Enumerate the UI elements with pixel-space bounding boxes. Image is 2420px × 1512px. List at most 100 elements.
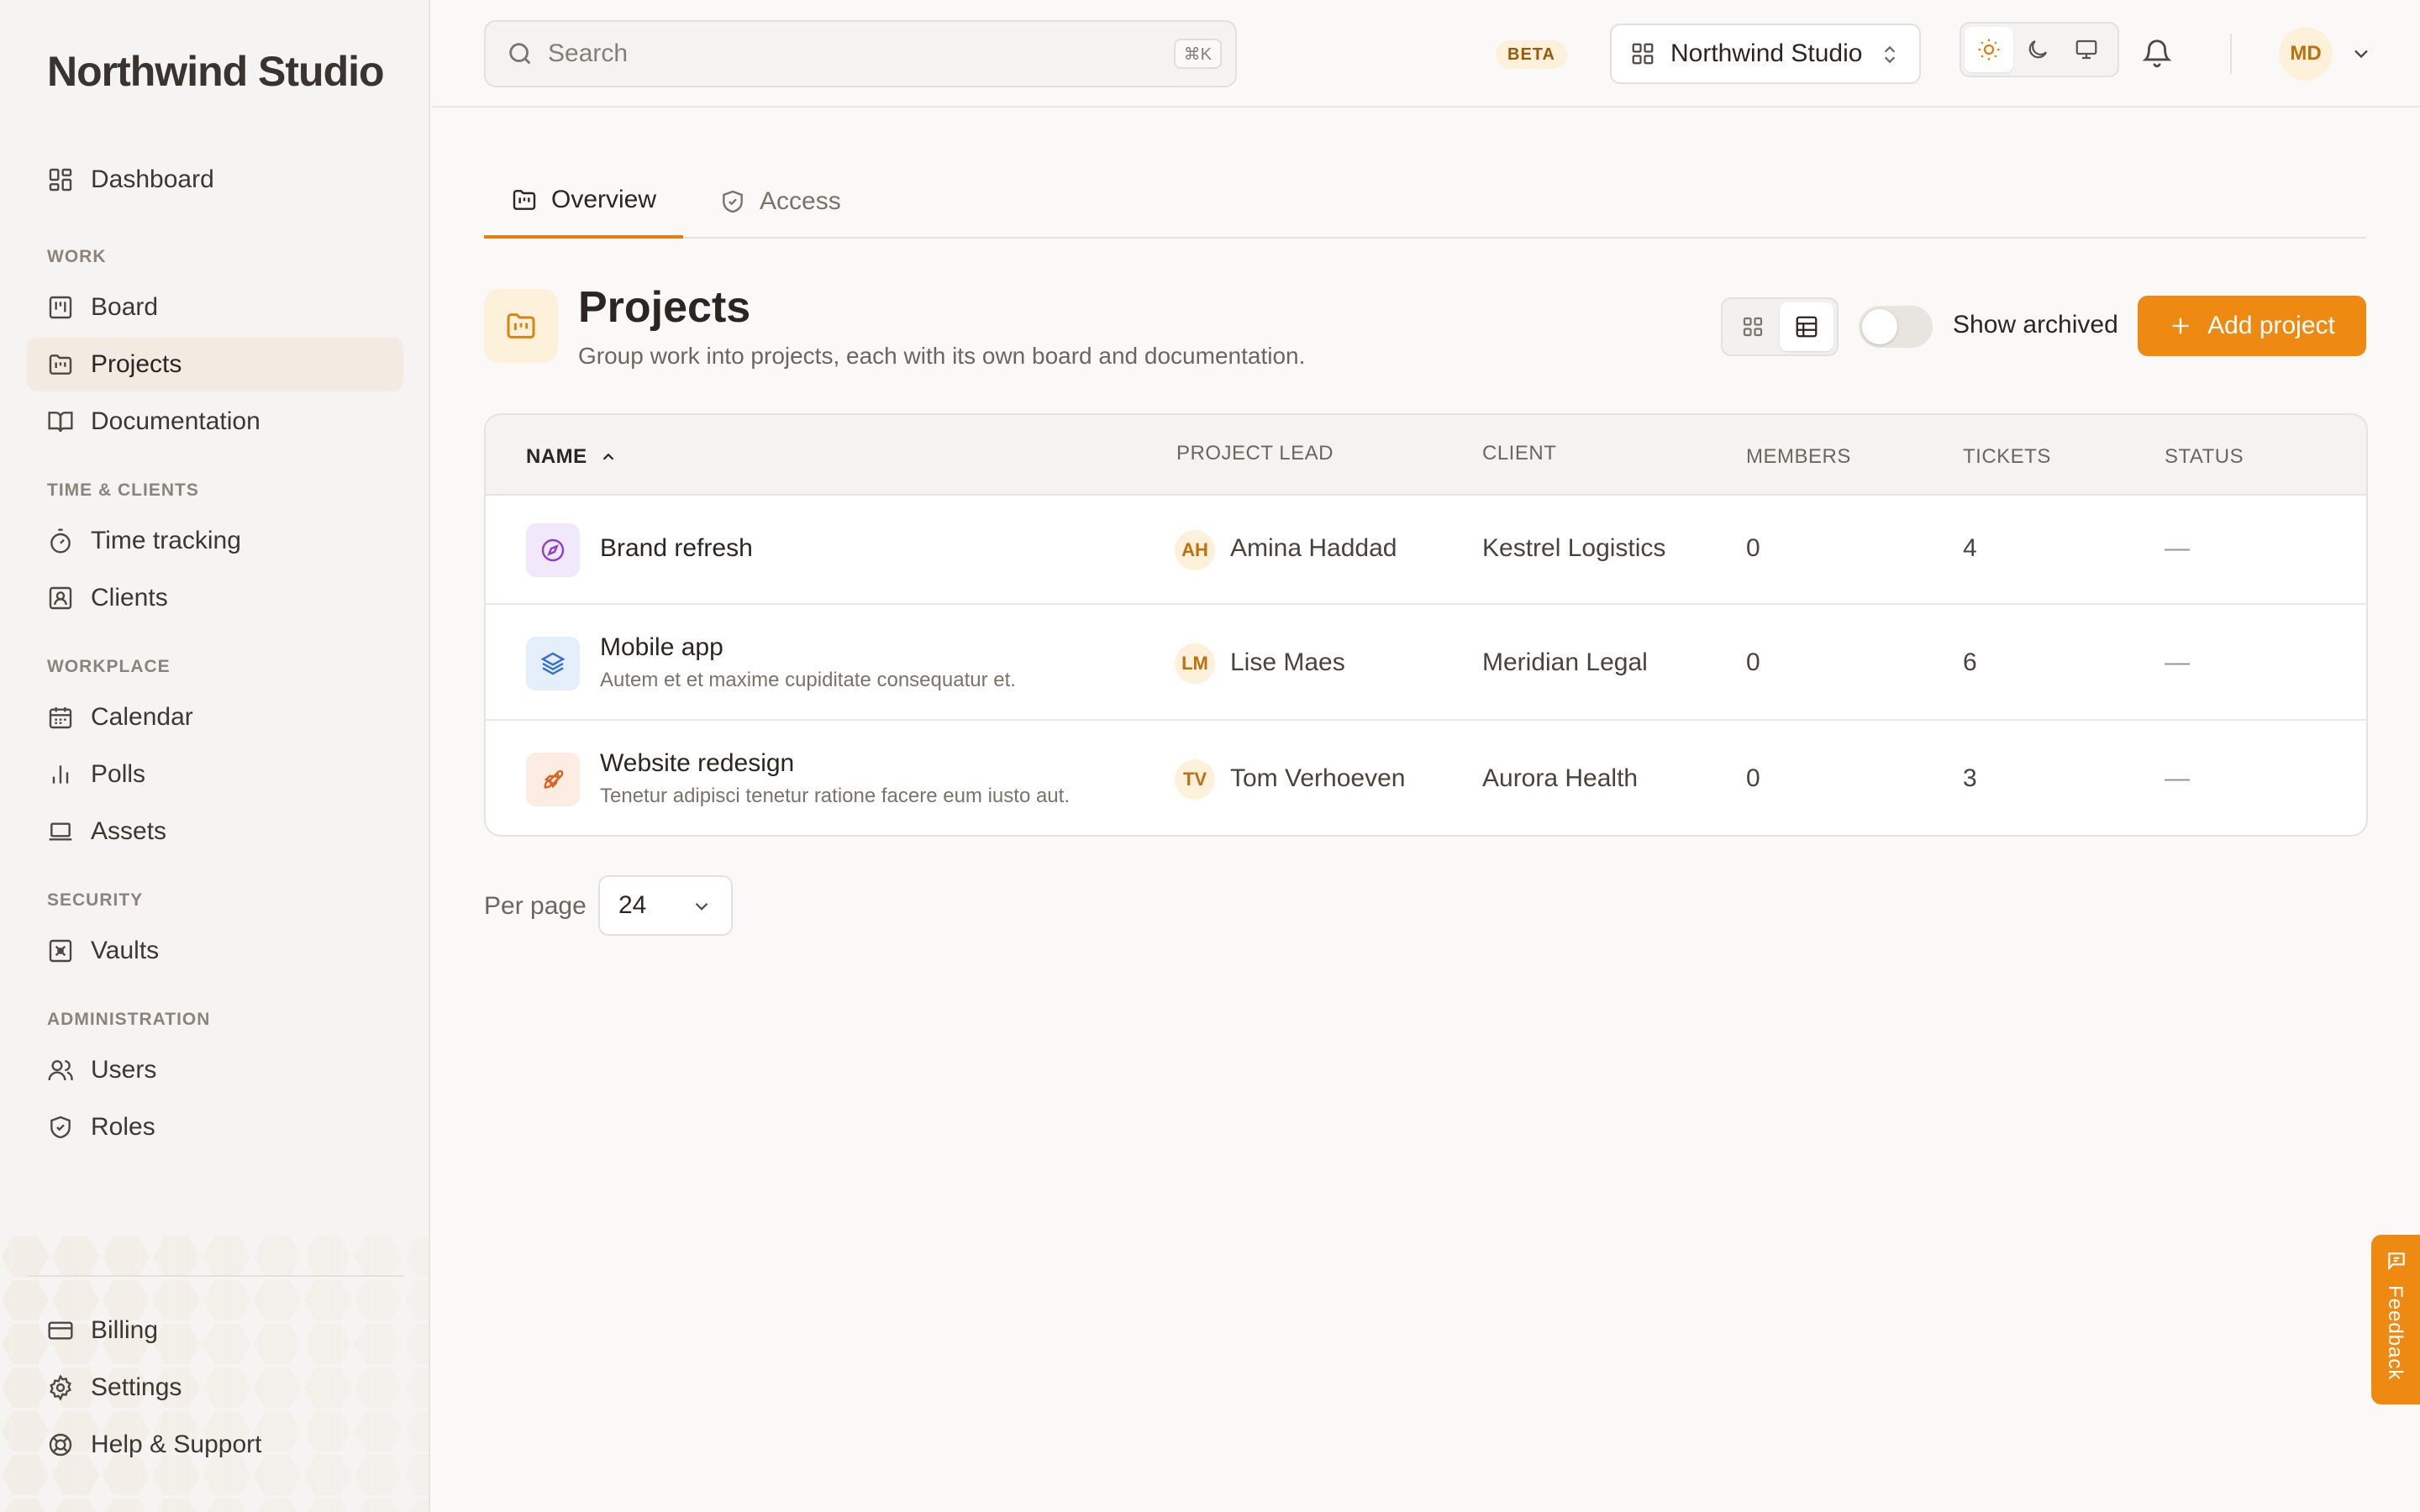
project-status: — bbox=[2165, 764, 2190, 792]
view-mode-toggle bbox=[1721, 297, 1839, 356]
sidebar-item-label: Time tracking bbox=[91, 527, 241, 554]
sidebar-item-projects[interactable]: Projects bbox=[27, 338, 403, 391]
compass-icon bbox=[526, 523, 580, 577]
projects-table: NAME PROJECT LEAD CLIENT MEMBERS TICKETS… bbox=[484, 413, 2368, 837]
dashboard-icon bbox=[47, 166, 74, 193]
add-project-button[interactable]: Add project bbox=[2138, 296, 2366, 356]
theme-system-button[interactable] bbox=[2062, 27, 2111, 72]
rocket-icon bbox=[526, 753, 580, 806]
sidebar-item-label: Roles bbox=[91, 1113, 155, 1141]
sidebar-item-users[interactable]: Users bbox=[27, 1043, 403, 1097]
workspace-name: Northwind Studio bbox=[1670, 39, 1863, 67]
sidebar-item-label: Board bbox=[91, 293, 159, 321]
sidebar-item-label: Documentation bbox=[91, 407, 260, 435]
section-administration: ADMINISTRATION bbox=[47, 1010, 211, 1029]
column-label: NAME bbox=[526, 445, 587, 468]
user-avatar[interactable]: MD bbox=[2279, 27, 2333, 81]
project-name[interactable]: Website redesign bbox=[600, 749, 794, 778]
lead-avatar: TV bbox=[1175, 759, 1215, 800]
table-row[interactable]: Brand refresh AH Amina Haddad Kestrel Lo… bbox=[486, 496, 2366, 605]
lifebuoy-icon bbox=[47, 1431, 74, 1458]
section-security: SECURITY bbox=[47, 890, 144, 910]
search-icon bbox=[506, 39, 534, 68]
calendar-icon bbox=[47, 704, 74, 731]
project-status: — bbox=[2165, 534, 2190, 562]
toggle-knob bbox=[1862, 309, 1897, 344]
theme-dark-button[interactable] bbox=[2013, 27, 2062, 72]
chevron-down-icon[interactable] bbox=[2349, 42, 2373, 66]
sidebar-item-label: Billing bbox=[91, 1316, 159, 1344]
sidebar-item-polls[interactable]: Polls bbox=[27, 748, 403, 801]
grid-view-button[interactable] bbox=[1726, 302, 1780, 351]
project-name[interactable]: Mobile app bbox=[600, 633, 723, 662]
credit-card-icon bbox=[47, 1317, 74, 1344]
sidebar-item-label: Settings bbox=[91, 1373, 182, 1401]
project-name[interactable]: Brand refresh bbox=[600, 534, 753, 563]
column-tickets[interactable]: TICKETS bbox=[1963, 445, 2051, 469]
sidebar-item-documentation[interactable]: Documentation bbox=[27, 395, 403, 449]
bell-icon[interactable] bbox=[2141, 37, 2173, 69]
per-page-value: 24 bbox=[618, 891, 647, 919]
table-icon bbox=[1794, 314, 1819, 339]
contact-icon bbox=[47, 585, 74, 612]
tab-label: Access bbox=[760, 187, 841, 215]
show-archived-toggle[interactable] bbox=[1859, 306, 1933, 348]
section-work: WORK bbox=[47, 247, 107, 266]
project-members: 0 bbox=[1746, 534, 1760, 562]
vault-icon bbox=[47, 937, 74, 964]
project-tickets: 3 bbox=[1963, 764, 1977, 792]
bar-chart-icon bbox=[47, 761, 74, 788]
search-box[interactable]: ⌘K bbox=[484, 20, 1237, 87]
sidebar-item-dashboard[interactable]: Dashboard bbox=[27, 153, 403, 207]
top-header: ⌘K BETA Northwind Studio MD bbox=[432, 0, 2420, 108]
sidebar-item-help[interactable]: Help & Support bbox=[27, 1418, 403, 1472]
page-icon bbox=[484, 289, 558, 363]
table-row[interactable]: Mobile app Autem et et maxime cupiditate… bbox=[486, 606, 2366, 721]
brand-logo[interactable]: Northwind Studio bbox=[47, 47, 385, 96]
project-client: Aurora Health bbox=[1482, 764, 1639, 792]
show-archived-label: Show archived bbox=[1953, 311, 2118, 339]
workspace-switcher[interactable]: Northwind Studio bbox=[1610, 24, 1921, 84]
sidebar-item-label: Projects bbox=[91, 350, 182, 378]
per-page-select[interactable]: 24 bbox=[598, 875, 733, 936]
column-members[interactable]: MEMBERS bbox=[1746, 445, 1851, 469]
sidebar-item-time-tracking[interactable]: Time tracking bbox=[27, 514, 403, 568]
column-name[interactable]: NAME bbox=[526, 445, 618, 469]
column-status[interactable]: STATUS bbox=[2165, 445, 2244, 469]
sidebar-item-label: Assets bbox=[91, 817, 167, 845]
project-tickets: 4 bbox=[1963, 534, 1977, 562]
sidebar-item-settings[interactable]: Settings bbox=[27, 1361, 403, 1415]
search-input[interactable] bbox=[548, 39, 1136, 68]
folder-kanban-icon bbox=[511, 186, 538, 213]
sidebar-item-board[interactable]: Board bbox=[27, 281, 403, 334]
column-project-lead[interactable]: PROJECT LEAD bbox=[1176, 442, 1334, 465]
project-lead: Amina Haddad bbox=[1230, 534, 1397, 562]
project-members: 0 bbox=[1746, 764, 1760, 792]
sidebar-item-assets[interactable]: Assets bbox=[27, 805, 403, 858]
tab-overview[interactable]: Overview bbox=[484, 165, 684, 239]
grid-icon bbox=[1740, 314, 1765, 339]
header-divider bbox=[2230, 34, 2232, 74]
grid-icon bbox=[1630, 41, 1655, 66]
feedback-tab[interactable]: Feedback bbox=[2371, 1235, 2420, 1404]
chevrons-up-down-icon bbox=[1879, 44, 1901, 66]
tab-access[interactable]: Access bbox=[692, 165, 868, 239]
chevron-up-icon bbox=[599, 448, 618, 466]
sidebar-divider bbox=[27, 1275, 403, 1277]
search-shortcut: ⌘K bbox=[1173, 39, 1222, 69]
sidebar-item-label: Calendar bbox=[91, 703, 193, 731]
table-view-button[interactable] bbox=[1780, 302, 1833, 351]
column-client[interactable]: CLIENT bbox=[1482, 442, 1556, 465]
sidebar-item-vaults[interactable]: Vaults bbox=[27, 924, 403, 978]
project-status: — bbox=[2165, 648, 2190, 676]
project-description: Autem et et maxime cupiditate consequatu… bbox=[600, 669, 1016, 691]
project-client: Meridian Legal bbox=[1482, 648, 1648, 676]
sidebar-item-clients[interactable]: Clients bbox=[27, 571, 403, 625]
laptop-icon bbox=[47, 818, 74, 845]
sidebar-item-calendar[interactable]: Calendar bbox=[27, 690, 403, 744]
table-row[interactable]: Website redesign Tenetur adipisci tenetu… bbox=[486, 722, 2366, 835]
sidebar-item-roles[interactable]: Roles bbox=[27, 1100, 403, 1154]
chevron-down-icon bbox=[691, 895, 713, 917]
sidebar-item-billing[interactable]: Billing bbox=[27, 1304, 403, 1357]
theme-light-button[interactable] bbox=[1965, 27, 2013, 72]
